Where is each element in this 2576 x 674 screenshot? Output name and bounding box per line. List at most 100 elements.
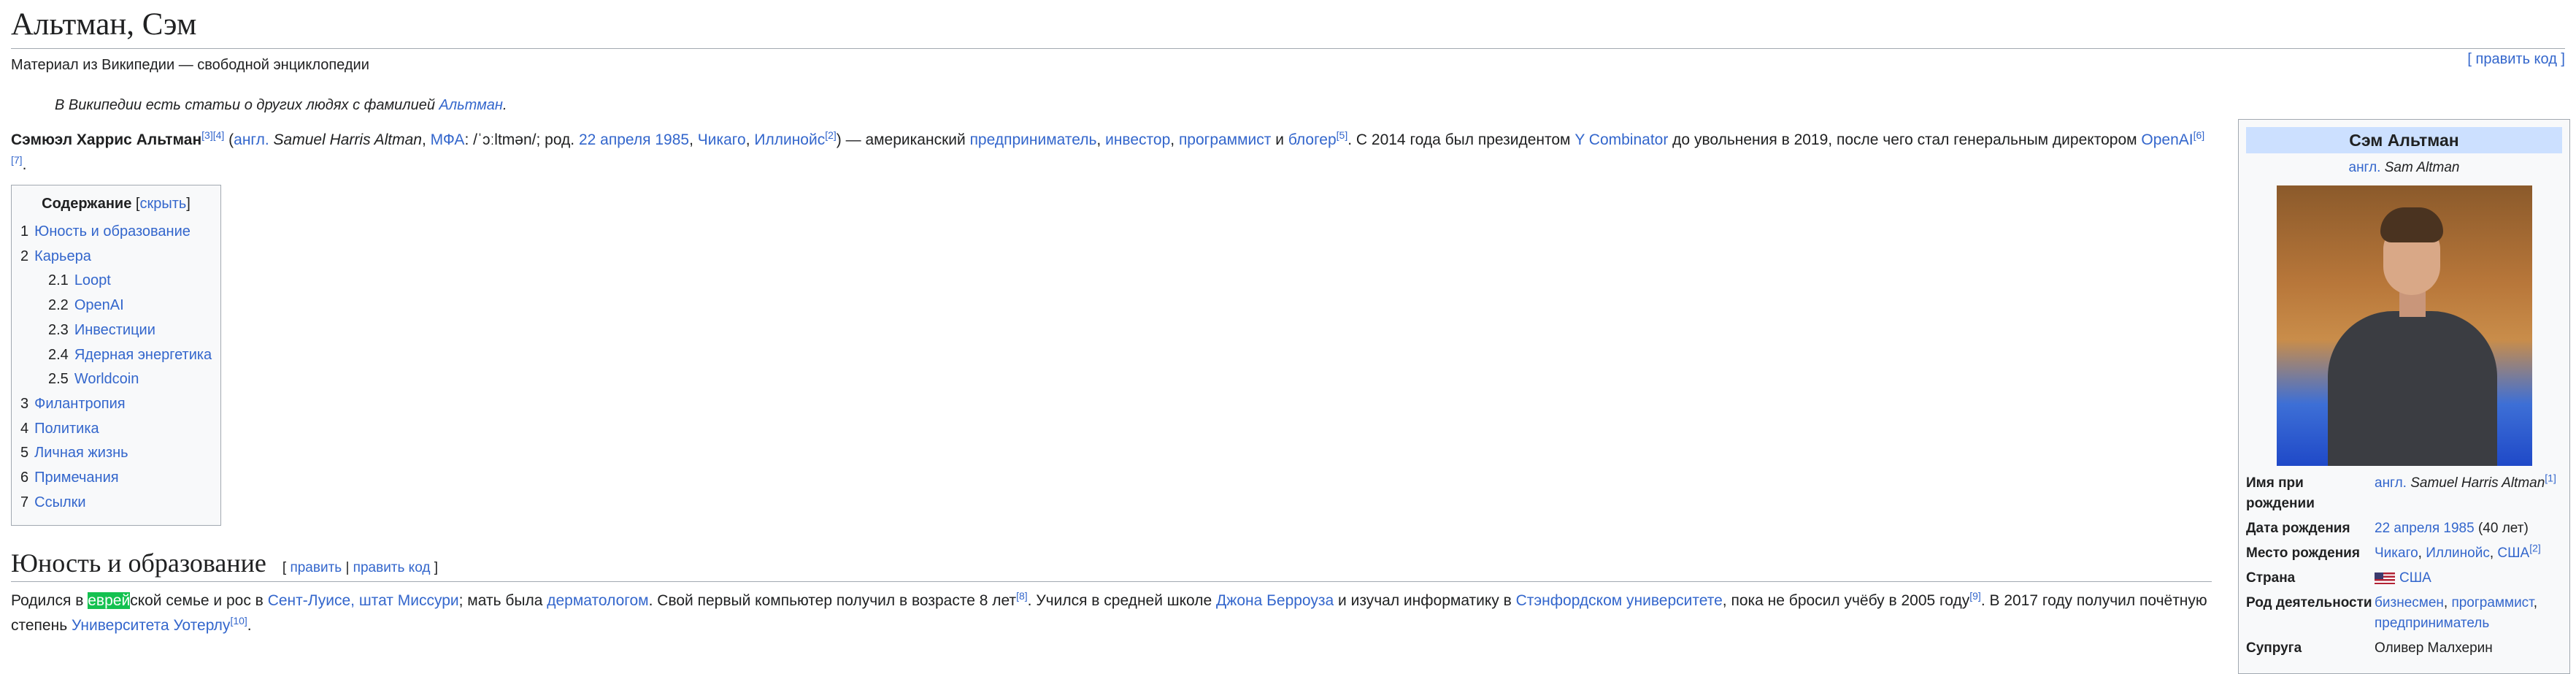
toc-link[interactable]: Политика (34, 421, 99, 437)
ipa-text: : /ˈɔːltmən/ (464, 131, 537, 148)
infobox-title: Сэм Альтман (2246, 127, 2562, 153)
entrepreneur-link[interactable]: предприниматель (2375, 616, 2489, 631)
edit-section-code-link[interactable]: править код (353, 560, 431, 575)
y-combinator-link[interactable]: Y Combinator (1575, 131, 1668, 148)
toc-number: 5 (20, 445, 29, 462)
entrepreneur-link[interactable]: предприниматель (970, 131, 1097, 148)
toc-link[interactable]: Примечания (34, 470, 118, 486)
illinois-link[interactable]: Иллинойс (2426, 545, 2490, 561)
lang-link[interactable]: англ. (234, 131, 269, 148)
toc-number: 2.2 (48, 297, 69, 314)
ref-2[interactable]: [2] (2529, 543, 2541, 554)
infobox-value: бизнесмен, программист, предприниматель (2375, 595, 2538, 631)
infobox-subtitle: англ. Sam Altman (2246, 158, 2562, 178)
usa-link[interactable]: США (2497, 545, 2529, 561)
site-tagline: Материал из Википедии — свободной энцикл… (11, 57, 369, 73)
toc-link[interactable]: Филантропия (34, 396, 125, 412)
toc-hide-link[interactable]: скрыть (139, 196, 186, 212)
ref-10[interactable]: [10] (230, 615, 247, 627)
toc-link[interactable]: Карьера (34, 248, 91, 264)
toc-link[interactable]: Инвестиции (74, 322, 155, 338)
ref-3-4[interactable]: [3][4] (201, 129, 224, 141)
toc-link[interactable]: Worldcoin (74, 371, 139, 387)
edit-code-link[interactable]: [ править код ] (2467, 51, 2565, 68)
country-link[interactable]: США (2399, 570, 2431, 586)
infobox-value: Чикаго, Иллинойс, США[2] (2375, 542, 2541, 561)
hatnote-end: . (502, 97, 507, 113)
us-flag-icon (2375, 572, 2395, 584)
st-louis-link[interactable]: Сент-Луисе, штат Миссури (268, 592, 459, 609)
section-heading-youth: Юность и образование [ править | править … (11, 548, 2212, 582)
lead-text: ) — американский (836, 131, 970, 148)
toc-item[interactable]: 4 Политика (20, 417, 212, 442)
openai-link[interactable]: OpenAI (2141, 131, 2193, 148)
toc-item[interactable]: 2.1 Loopt (20, 269, 212, 294)
infobox-row-spouse: Супруга Оливер Малхерин (2246, 638, 2562, 659)
toc-link[interactable]: Ядерная энергетика (74, 347, 212, 363)
body-text: ; мать была (458, 592, 547, 609)
lead-text: , (422, 131, 431, 148)
chicago-link[interactable]: Чикаго (698, 131, 746, 148)
toc-title: Содержание (42, 196, 132, 212)
toc-number: 2.1 (48, 272, 69, 289)
ipa-link[interactable]: МФА (431, 131, 465, 148)
birth-date-link[interactable]: 22 апреля 1985 (579, 131, 689, 148)
toc-item[interactable]: 2.2 OpenAI (20, 294, 212, 318)
toc-number: 6 (20, 470, 29, 486)
lead-paragraph: Сэмюэл Харрис Альтман[3][4] (англ. Samue… (11, 128, 2208, 177)
toc-item[interactable]: 1 Юность и образование (20, 220, 212, 245)
body-text: . (247, 617, 252, 634)
page-title: Альтман, Сэм (11, 4, 2565, 49)
businessman-link[interactable]: бизнесмен (2375, 595, 2444, 610)
toc-number: 2.3 (48, 321, 69, 338)
toc-link[interactable]: Личная жизнь (34, 445, 128, 461)
lead-text: и (1271, 131, 1288, 148)
toc-item[interactable]: 2.5 Worldcoin (20, 367, 212, 392)
lang-link[interactable]: англ. (2375, 475, 2407, 491)
john-burroughs-link[interactable]: Джона Берроуза (1216, 592, 1334, 609)
section-title: Юность и образование (11, 548, 266, 578)
programmer-link[interactable]: программист (2451, 595, 2533, 610)
infobox-row-country: Страна США (2246, 568, 2562, 589)
toc-item[interactable]: 2.4 Ядерная энергетика (20, 343, 212, 368)
toc-link[interactable]: Loopt (74, 272, 111, 288)
toc-list: 1 Юность и образование 2 Карьера 2.1 Loopt … (20, 220, 212, 515)
table-of-contents: Содержание [скрыть] 1 Юность и образовани… (11, 185, 221, 526)
investor-link[interactable]: инвестор (1105, 131, 1170, 148)
portrait-photo[interactable] (2276, 185, 2532, 466)
dermatologist-link[interactable]: дерматологом (547, 592, 648, 609)
edit-section-link[interactable]: править (290, 560, 342, 575)
toc-link[interactable]: Ссылки (34, 494, 85, 510)
programmer-link[interactable]: программист (1179, 131, 1271, 148)
toc-link[interactable]: OpenAI (74, 297, 124, 313)
toc-item[interactable]: 6 Примечания (20, 466, 212, 491)
lang-link[interactable]: англ. (2349, 160, 2381, 175)
ref-2[interactable]: [2] (825, 129, 837, 141)
toc-item[interactable]: 2 Карьера (20, 245, 212, 269)
hatnote-link[interactable]: Альтман (439, 97, 503, 113)
birth-date-link[interactable]: 22 апреля 1985 (2375, 521, 2475, 536)
lead-text: ( (224, 131, 234, 148)
toc-item[interactable]: 7 Ссылки (20, 491, 212, 516)
toc-bracket: [ (131, 196, 140, 212)
toc-item[interactable]: 5 Личная жизнь (20, 441, 212, 466)
stanford-link[interactable]: Стэнфордском университете (1516, 592, 1723, 609)
ref-8[interactable]: [8] (1016, 590, 1028, 602)
blogger-link[interactable]: блогер (1288, 131, 1337, 148)
chicago-link[interactable]: Чикаго (2375, 545, 2418, 561)
infobox-value: 22 апреля 1985 (40 лет) (2375, 518, 2562, 539)
toc-item[interactable]: 3 Филантропия (20, 392, 212, 417)
toc-link[interactable]: Юность и образование (34, 223, 191, 240)
toc-number: 7 (20, 494, 29, 510)
toc-item[interactable]: 2.3 Инвестиции (20, 318, 212, 343)
waterloo-link[interactable]: Университета Уотерлу (72, 617, 230, 634)
hatnote: В Википедии есть статьи о других людях с… (55, 97, 507, 114)
infobox-value: США (2375, 568, 2562, 589)
illinois-link[interactable]: Иллинойс (754, 131, 825, 148)
ref-1[interactable]: [1] (2545, 472, 2556, 484)
section-edit-links: [ править | править код ] (282, 560, 438, 575)
toc-number: 4 (20, 420, 29, 437)
ref-5[interactable]: [5] (1337, 129, 1348, 141)
ref-9[interactable]: [9] (1969, 590, 1981, 602)
youth-paragraph: Родился в еврейской семье и рос в Сент-Л… (11, 589, 2223, 638)
